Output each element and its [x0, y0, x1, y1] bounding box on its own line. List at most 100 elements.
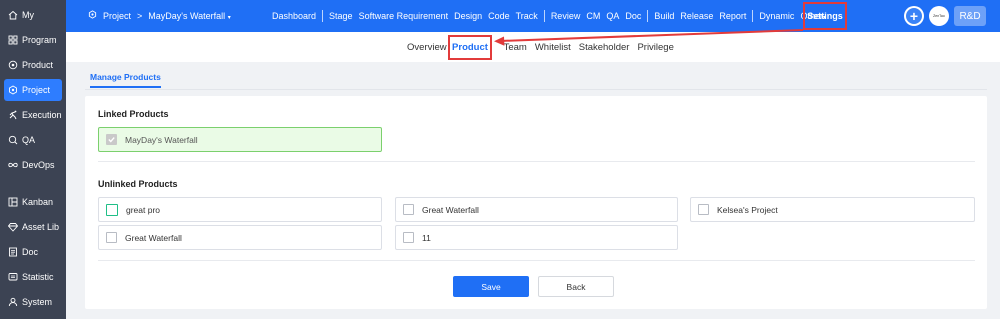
nav-report[interactable]: Report: [719, 11, 746, 21]
sidebar-item-execution[interactable]: Execution: [4, 104, 62, 126]
avatar[interactable]: ZenTao: [929, 6, 949, 26]
back-button[interactable]: Back: [538, 276, 614, 297]
product-checkbox[interactable]: [403, 204, 414, 215]
sidebar-item-my[interactable]: My: [4, 4, 62, 26]
nav-settings[interactable]: Settings: [803, 2, 847, 30]
unlinked-product-item[interactable]: Great Waterfall: [98, 225, 382, 250]
sidebar-item-devops[interactable]: DevOps: [4, 154, 62, 176]
sidebar-item-label: System: [22, 297, 53, 307]
product-name: MayDay's Waterfall: [125, 134, 198, 145]
sidebar-item-label: Kanban: [22, 197, 54, 207]
products-panel: Linked Products MayDay's Waterfall Unlin…: [85, 96, 987, 309]
product-name: Great Waterfall: [125, 232, 182, 243]
nav-divider: [752, 10, 754, 22]
nav-software-requirement[interactable]: Software Requirement: [359, 11, 449, 21]
manage-tabs: Manage Products: [85, 72, 987, 90]
product-checkbox[interactable]: [106, 232, 117, 243]
run-icon: [8, 110, 18, 120]
sidebar-item-qa[interactable]: QA: [4, 129, 62, 151]
nav-track[interactable]: Track: [516, 11, 538, 21]
sidebar-item-label: QA: [22, 135, 36, 145]
user-icon: [8, 297, 18, 307]
tab-whitelist[interactable]: Whitelist: [535, 42, 571, 53]
caret-down-icon: ▾: [227, 14, 231, 21]
sidebar-item-label: My: [22, 10, 34, 20]
top-bar: Project > MayDay's Waterfall ▾ Dashboard…: [66, 0, 1000, 32]
product-icon: [8, 60, 18, 70]
unlinked-product-item[interactable]: 11: [395, 225, 678, 250]
chart-icon: [8, 272, 18, 282]
sidebar-item-product[interactable]: Product: [4, 54, 62, 76]
nav-cm[interactable]: CM: [586, 11, 600, 21]
product-name: Kelsea's Project: [717, 204, 778, 215]
sidebar-item-program[interactable]: Program: [4, 29, 62, 51]
unlinked-product-item[interactable]: great pro: [98, 197, 382, 222]
section-divider: [98, 260, 975, 261]
nav-divider: [322, 10, 324, 22]
project-icon: [8, 85, 18, 95]
nav-divider: [543, 10, 545, 22]
breadcrumb: Project > MayDay's Waterfall ▾: [88, 10, 231, 21]
nav-dynamic[interactable]: Dynamic: [759, 11, 794, 21]
create-button[interactable]: +: [904, 6, 924, 26]
nav-stage[interactable]: Stage: [329, 11, 353, 21]
top-nav: Dashboard Stage Software Requirement Des…: [272, 10, 832, 22]
nav-release[interactable]: Release: [680, 11, 713, 21]
product-name: 11: [422, 232, 431, 243]
nav-divider: [647, 10, 649, 22]
sidebar-item-label: DevOps: [22, 160, 55, 170]
tab-stakeholder[interactable]: Stakeholder: [579, 42, 630, 53]
nav-build[interactable]: Build: [654, 11, 674, 21]
sidebar-item-label: Project: [22, 85, 51, 95]
breadcrumb-current-label: MayDay's Waterfall: [148, 10, 226, 21]
sidebar-item-kanban[interactable]: Kanban: [4, 191, 62, 213]
sidebar-item-project[interactable]: Project: [4, 79, 62, 101]
product-checkbox[interactable]: [403, 232, 414, 243]
infinity-icon: [8, 160, 18, 170]
tab-team[interactable]: Team: [504, 42, 527, 53]
save-button[interactable]: Save: [453, 276, 529, 297]
plus-icon: +: [906, 8, 922, 24]
sidebar-item-system[interactable]: System: [4, 291, 62, 313]
nav-doc[interactable]: Doc: [625, 11, 641, 21]
doc-icon: [8, 247, 18, 257]
nav-design[interactable]: Design: [454, 11, 482, 21]
unlinked-product-item[interactable]: Kelsea's Project: [690, 197, 975, 222]
nav-qa[interactable]: QA: [606, 11, 619, 21]
sidebar-item-label: Program: [22, 35, 57, 45]
unlinked-products-title: Unlinked Products: [98, 179, 178, 189]
tab-manage-products[interactable]: Manage Products: [90, 72, 161, 88]
product-name: Great Waterfall: [422, 204, 479, 215]
project-icon: [88, 10, 97, 21]
section-divider: [98, 161, 975, 162]
unlinked-product-item[interactable]: Great Waterfall: [395, 197, 678, 222]
sidebar-item-doc[interactable]: Doc: [4, 241, 62, 263]
breadcrumb-root[interactable]: Project: [103, 11, 131, 21]
linked-product-item[interactable]: MayDay's Waterfall: [98, 127, 382, 152]
sidebar-item-label: Doc: [22, 247, 39, 257]
sub-nav: Overview Team Whitelist Stakeholder Priv…: [66, 32, 1000, 62]
tab-underline: [85, 89, 987, 90]
nav-dashboard[interactable]: Dashboard: [272, 11, 316, 21]
rd-switch-button[interactable]: R&D: [954, 6, 986, 26]
qa-icon: [8, 135, 18, 145]
product-name: great pro: [126, 204, 161, 215]
tab-product[interactable]: Product: [448, 35, 492, 60]
diamond-icon: [8, 222, 18, 232]
sidebar: My Program Product Project Execution QA …: [0, 0, 66, 319]
sidebar-item-statistic[interactable]: Statistic: [4, 266, 62, 288]
product-checkbox[interactable]: [698, 204, 709, 215]
sidebar-item-label: Asset Lib: [22, 222, 60, 232]
breadcrumb-current-project[interactable]: MayDay's Waterfall ▾: [148, 11, 230, 21]
sidebar-item-asset-lib[interactable]: Asset Lib: [4, 216, 62, 238]
breadcrumb-separator: >: [137, 10, 143, 21]
product-checkbox[interactable]: [106, 203, 118, 216]
product-checkbox[interactable]: [106, 134, 117, 145]
nav-code[interactable]: Code: [488, 11, 510, 21]
tab-privilege[interactable]: Privilege: [637, 42, 673, 53]
nav-review[interactable]: Review: [551, 11, 581, 21]
home-icon: [8, 10, 18, 20]
grid-icon: [8, 35, 18, 45]
kanban-icon: [8, 197, 18, 207]
tab-overview[interactable]: Overview: [407, 42, 447, 53]
